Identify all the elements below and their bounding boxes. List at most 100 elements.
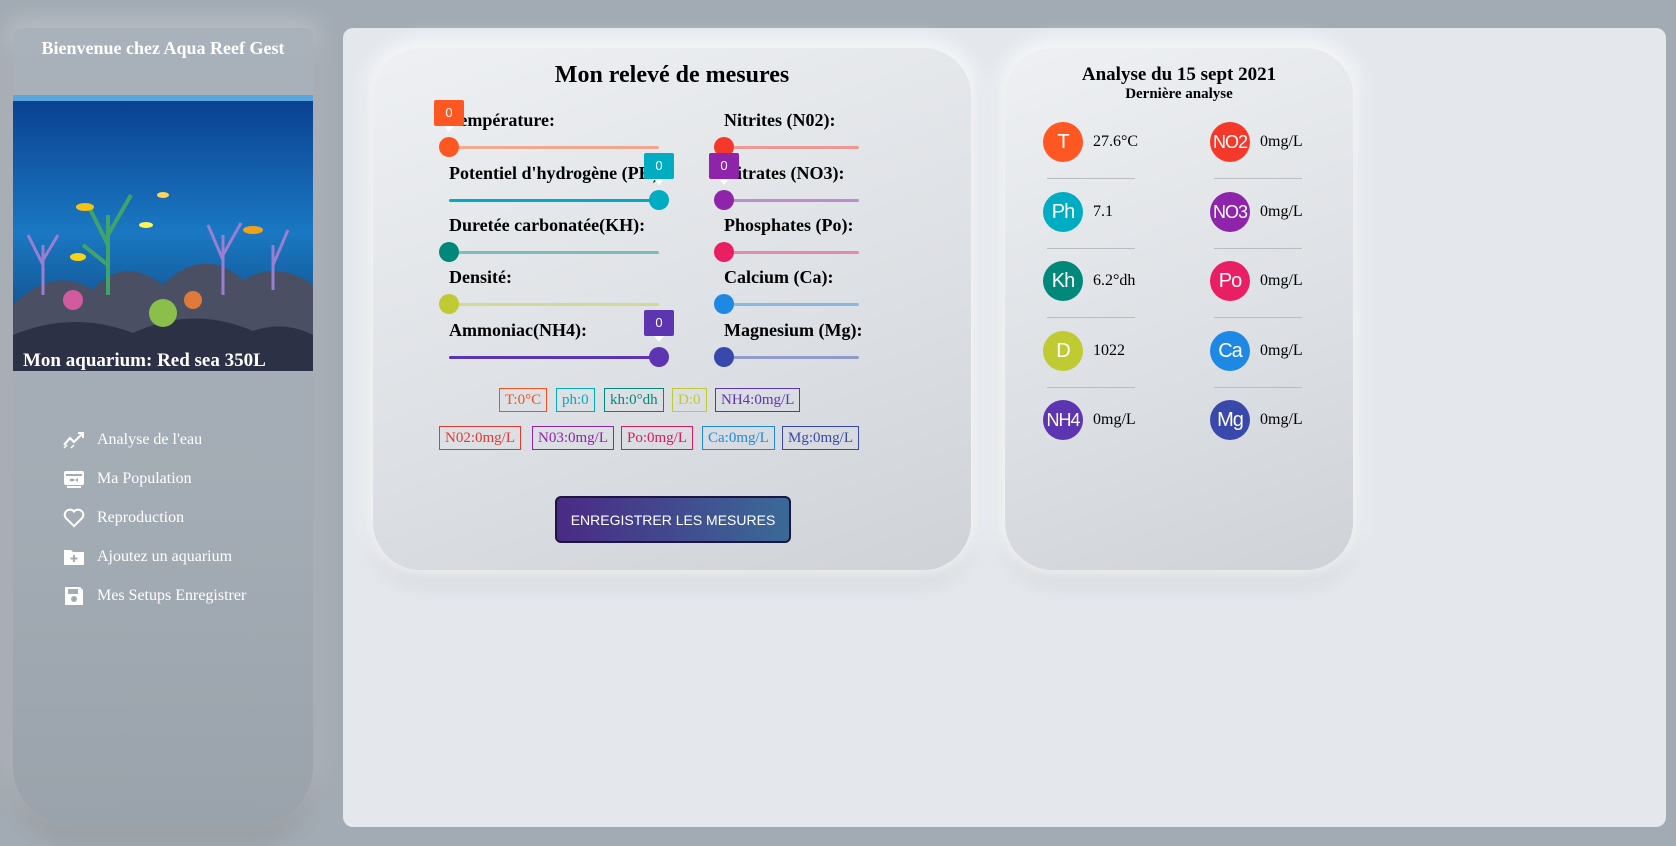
sidebar-item-setups[interactable]: Mes Setups Enregistrer: [63, 576, 246, 615]
chart-line-icon: [63, 429, 85, 451]
slider-thumb[interactable]: [649, 347, 669, 367]
slider-thumb[interactable]: [439, 294, 459, 314]
slider-track[interactable]: [449, 303, 659, 306]
parameter-value: 0mg/L: [1260, 342, 1303, 359]
slider-label: Ammoniac(NH4):: [449, 320, 587, 340]
parameter-value: 6.2°dh: [1093, 272, 1136, 289]
analysis-stat: Ph 7.1: [1043, 192, 1113, 232]
slider-track[interactable]: [724, 146, 859, 149]
sidebar-item-label: Ma Population: [97, 469, 192, 487]
stat-divider: [1214, 178, 1302, 179]
stat-divider: [1047, 317, 1135, 318]
slider-thumb[interactable]: [714, 242, 734, 262]
parameter-badge: Kh: [1043, 261, 1083, 301]
analysis-stat: NH4 0mg/L: [1043, 400, 1136, 440]
stat-divider: [1047, 248, 1135, 249]
analysis-card: Analyse du 15 sept 2021 Dernière analyse…: [1005, 48, 1353, 570]
slider-thumb[interactable]: [439, 137, 459, 157]
analysis-stat: D 1022: [1043, 331, 1125, 371]
save-icon: [63, 585, 85, 607]
slider-thumb[interactable]: [714, 294, 734, 314]
measure-chip: Mg:0mg/L: [782, 426, 860, 450]
stat-divider: [1214, 317, 1302, 318]
slider-thumb[interactable]: [439, 242, 459, 262]
slider-track[interactable]: [724, 251, 859, 254]
parameter-badge: Ph: [1043, 192, 1083, 232]
slider-label: Potentiel d'hydrogène (PH): [449, 163, 659, 183]
aquarium-photo: [13, 95, 313, 371]
slider-value-bubble: 0: [709, 153, 739, 185]
measures-title: Mon relevé de mesures: [554, 62, 790, 88]
folder-plus-icon: [63, 546, 85, 568]
slider-thumb[interactable]: [649, 190, 669, 210]
slider-label: Phosphates (Po):: [724, 215, 854, 235]
stat-divider: [1047, 387, 1135, 388]
sidebar-item-population[interactable]: Ma Population: [63, 459, 246, 498]
fish-tank-icon: [63, 468, 85, 490]
slider-thumb[interactable]: [714, 347, 734, 367]
slider-label: Nitrates (NO3):: [724, 163, 845, 183]
analysis-stat: NO3 0mg/L: [1210, 192, 1303, 232]
stat-divider: [1047, 178, 1135, 179]
sidebar-item-add-aquarium[interactable]: Ajoutez un aquarium: [63, 537, 246, 576]
parameter-value: 0mg/L: [1260, 203, 1303, 220]
measures-card: Mon relevé de mesures Température: 0 Poten…: [373, 48, 971, 570]
parameter-value: 0mg/L: [1260, 411, 1303, 428]
parameter-badge: NO2: [1210, 122, 1250, 162]
sidebar-nav: Analyse de l'eau Ma Population Reproduct…: [63, 420, 246, 615]
slider-label: Duretée carbonatée(KH):: [449, 215, 646, 235]
sidebar-item-analyse[interactable]: Analyse de l'eau: [63, 420, 246, 459]
sidebar-item-label: Analyse de l'eau: [97, 430, 203, 448]
aquarium-name: Mon aquarium: Red sea 350L: [23, 350, 266, 371]
stat-divider: [1214, 387, 1302, 388]
sidebar: Bienvenue chez Aqua Reef Gest Mon aquari…: [13, 28, 313, 826]
parameter-value: 0mg/L: [1260, 133, 1303, 150]
slider-track[interactable]: [449, 146, 659, 149]
sidebar-item-label: Reproduction: [97, 508, 185, 526]
analysis-stat: T 27.6°C: [1043, 122, 1138, 162]
parameter-badge: NH4: [1043, 400, 1083, 440]
save-measures-button[interactable]: ENREGISTRER LES MESURES: [555, 496, 791, 543]
measure-chip: Po:0mg/L: [621, 426, 694, 450]
analysis-stat: NO2 0mg/L: [1210, 122, 1303, 162]
slider-track[interactable]: [449, 251, 659, 254]
parameter-badge: T: [1043, 122, 1083, 162]
main-panel: Mon relevé de mesures Température: 0 Poten…: [343, 28, 1666, 827]
parameter-badge: Ca: [1210, 331, 1250, 371]
parameter-value: 0mg/L: [1093, 411, 1136, 428]
slider-label: Magnesium (Mg):: [724, 320, 863, 340]
slider-thumb[interactable]: [714, 190, 734, 210]
slider-value-bubble: 0: [644, 310, 674, 342]
measure-chip: NH4:0mg/L: [715, 388, 801, 412]
slider-value-bubble: 0: [434, 100, 464, 132]
parameter-badge: Po: [1210, 261, 1250, 301]
slider-track[interactable]: [724, 199, 859, 202]
slider-label: Calcium (Ca):: [724, 267, 834, 287]
parameter-value: 0mg/L: [1260, 272, 1303, 289]
analysis-title: Analyse du 15 sept 2021: [1081, 64, 1277, 85]
analysis-stat: Mg 0mg/L: [1210, 400, 1303, 440]
measure-chip: N02:0mg/L: [439, 426, 521, 450]
parameter-value: 1022: [1093, 342, 1125, 359]
measure-chip: Ca:0mg/L: [702, 426, 775, 450]
sidebar-item-reproduction[interactable]: Reproduction: [63, 498, 246, 537]
slider-fill: [449, 356, 659, 359]
analysis-stat: Po 0mg/L: [1210, 261, 1303, 301]
measure-chip: ph:0: [556, 388, 595, 412]
stat-divider: [1214, 248, 1302, 249]
measure-chip: T:0°C: [499, 388, 548, 412]
parameter-value: 27.6°C: [1093, 133, 1139, 150]
parameter-badge: NO3: [1210, 192, 1250, 232]
slider-label: Nitrites (N02):: [724, 110, 836, 130]
analysis-stat: Ca 0mg/L: [1210, 331, 1303, 371]
slider-track[interactable]: [724, 356, 859, 359]
analysis-stat: Kh 6.2°dh: [1043, 261, 1135, 301]
slider-value-bubble: 0: [644, 153, 674, 185]
sidebar-item-label: Ajoutez un aquarium: [97, 547, 233, 565]
slider-track[interactable]: [724, 303, 859, 306]
sidebar-item-label: Mes Setups Enregistrer: [97, 586, 247, 604]
heart-icon: [63, 507, 85, 529]
analysis-subtitle: Dernière analyse: [1125, 86, 1233, 102]
measure-chip: kh:0°dh: [604, 388, 664, 412]
parameter-badge: D: [1043, 331, 1083, 371]
